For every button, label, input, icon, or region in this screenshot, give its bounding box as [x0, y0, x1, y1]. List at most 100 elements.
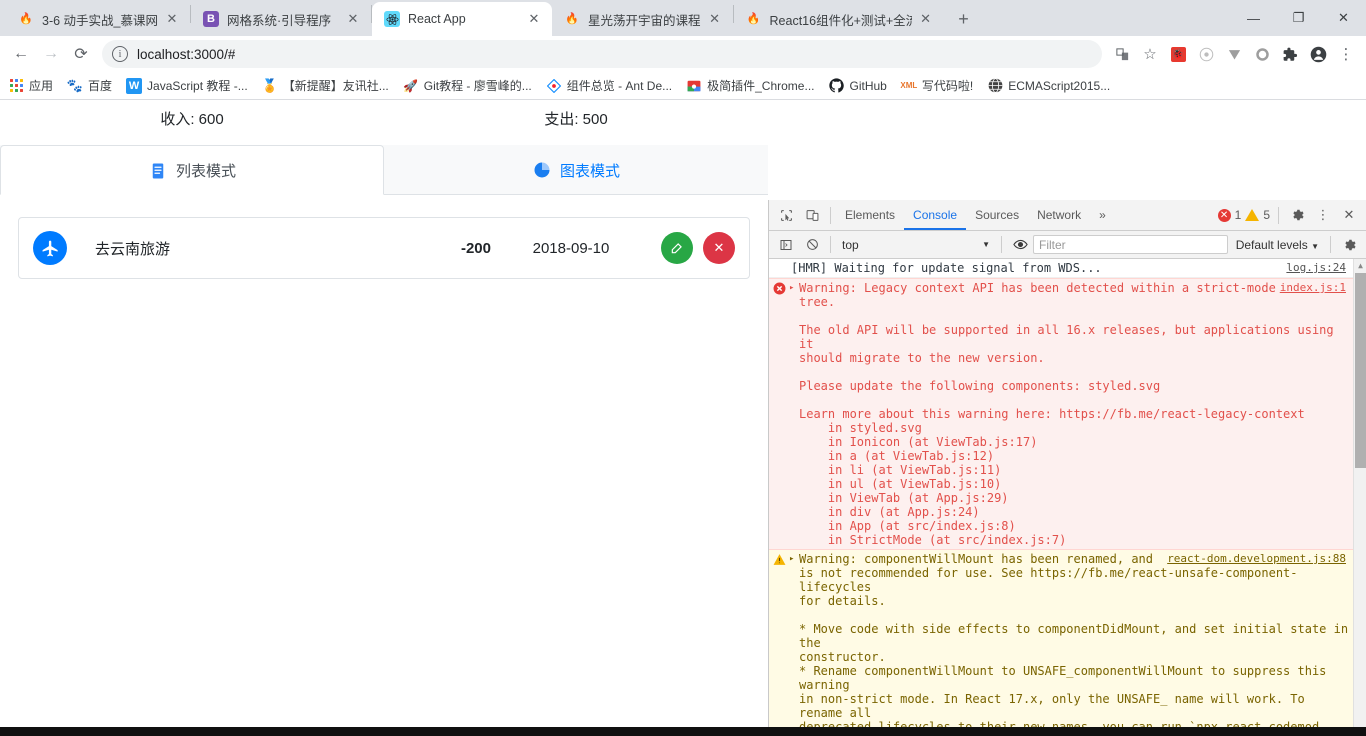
bookmark-youxun[interactable]: 🏅 【新提醒】友讯社... — [262, 77, 389, 94]
more-tabs-chevron-icon[interactable]: » — [1090, 200, 1115, 230]
address-bar-url: localhost:3000/# — [137, 46, 236, 62]
bookmark-chrome-ext[interactable]: 极简插件_Chrome... — [686, 77, 814, 94]
console-message-warning[interactable]: ▸ Warning: componentWillMount has been r… — [769, 550, 1366, 736]
chrome-menu-icon[interactable]: ⋮ — [1332, 40, 1360, 68]
bookmark-apps[interactable]: 应用 — [8, 77, 53, 94]
console-scrollbar[interactable]: ▲ ▼ — [1353, 259, 1366, 736]
device-toolbar-icon[interactable] — [799, 202, 825, 228]
execution-context-select[interactable]: top ▼ — [836, 238, 996, 252]
chevron-down-icon: ▼ — [1311, 241, 1319, 251]
scrollbar-thumb[interactable] — [1355, 273, 1366, 468]
profile-avatar-icon[interactable] — [1304, 40, 1332, 68]
gear-icon[interactable] — [1284, 202, 1310, 228]
extension-redbug-icon[interactable]: 🐞 — [1164, 40, 1192, 68]
medal-icon: 🏅 — [261, 77, 278, 93]
console-filter-bar: top ▼ Filter Default levels ▼ — [769, 231, 1366, 259]
tab-label: 图表模式 — [559, 162, 620, 180]
rocket-icon: 🚀 — [403, 78, 419, 93]
console-message-source[interactable]: index.js:1 — [1280, 281, 1346, 295]
extensions-puzzle-icon[interactable] — [1276, 40, 1304, 68]
new-tab-button[interactable]: + — [950, 5, 978, 33]
airplane-icon — [33, 231, 67, 265]
delete-item-button[interactable]: ✕ — [703, 232, 735, 264]
tab-close-icon[interactable]: ✕ — [164, 11, 180, 27]
tab-title: 网格系统·引导程序 — [227, 13, 332, 28]
w-icon: W — [126, 77, 143, 94]
tab-close-icon[interactable]: ✕ — [707, 11, 723, 27]
log-levels-select[interactable]: Default levels ▼ — [1236, 238, 1319, 252]
tab-close-icon[interactable]: ✕ — [918, 11, 934, 27]
tab-close-icon[interactable]: ✕ — [526, 11, 542, 27]
site-info-icon[interactable]: i — [112, 46, 128, 62]
flame-icon: 🔥 — [746, 12, 761, 25]
console-message-source[interactable]: react-dom.development.js:88 — [1167, 552, 1346, 566]
browser-tab[interactable]: 🔥 3-6 动手实战_慕课网 ✕ — [6, 2, 190, 36]
close-window-button[interactable]: ✕ — [1321, 2, 1366, 34]
live-expression-eye-icon[interactable] — [1007, 232, 1033, 258]
tab-chart-mode[interactable]: 图表模式 — [384, 145, 768, 194]
console-message-source[interactable]: log.js:24 — [1286, 261, 1346, 275]
browser-toolbar: ← → ⟳ i localhost:3000/# ☆ 🐞 ⋮ — [0, 36, 1366, 72]
scroll-up-arrow-icon[interactable]: ▲ — [1354, 259, 1366, 272]
react-icon — [384, 11, 400, 27]
globe-icon — [987, 78, 1003, 94]
minimize-button[interactable]: — — [1231, 2, 1276, 34]
tab-console[interactable]: Console — [904, 200, 966, 230]
reload-button[interactable]: ⟳ — [66, 39, 96, 69]
bookmark-antd[interactable]: 组件总览 - Ant De... — [546, 77, 672, 94]
expand-arrow-icon[interactable]: ▸ — [789, 281, 794, 295]
error-icon: ✕ — [1217, 208, 1231, 222]
browser-tab-active[interactable]: React App ✕ — [372, 2, 552, 36]
warning-count: 5 — [1263, 208, 1270, 222]
forward-button[interactable]: → — [36, 39, 66, 69]
extension-ring-icon[interactable] — [1248, 40, 1276, 68]
console-message-list[interactable]: [HMR] Waiting for update signal from WDS… — [769, 259, 1366, 736]
tab-network[interactable]: Network — [1028, 200, 1090, 230]
console-settings-gear-icon[interactable] — [1336, 232, 1362, 258]
bookmark-javascript-tutorial[interactable]: W JavaScript 教程 -... — [126, 77, 248, 94]
tab-close-icon[interactable]: ✕ — [345, 11, 361, 27]
item-title: 去云南旅游 — [95, 240, 171, 258]
inspect-element-icon[interactable] — [773, 202, 799, 228]
close-devtools-icon[interactable]: ✕ — [1336, 202, 1362, 228]
apps-grid-icon — [8, 78, 24, 94]
bookmark-label: 【新提醒】友讯社... — [282, 79, 389, 93]
maximize-button[interactable]: ❐ — [1276, 2, 1321, 34]
console-message-info[interactable]: [HMR] Waiting for update signal from WDS… — [769, 259, 1366, 278]
bookmark-github[interactable]: GitHub — [828, 78, 887, 94]
address-bar[interactable]: i localhost:3000/# — [102, 40, 1102, 68]
bookmark-star-icon[interactable]: ☆ — [1136, 40, 1164, 68]
edit-item-button[interactable] — [661, 232, 693, 264]
flame-icon: 🔥 — [565, 12, 579, 25]
bookmark-baidu[interactable]: 🐾 百度 — [67, 77, 112, 94]
tab-sources[interactable]: Sources — [966, 200, 1028, 230]
extension-circle-icon[interactable] — [1192, 40, 1220, 68]
extension-v-icon[interactable] — [1220, 40, 1248, 68]
browser-tab[interactable]: 🔥 React16组件化+测试+全流程 ✕ — [734, 2, 944, 36]
tab-list-mode[interactable]: 列表模式 — [0, 145, 384, 195]
issue-counts[interactable]: ✕ 1 5 — [1217, 208, 1270, 222]
divider — [1001, 236, 1002, 253]
item-date: 2018-09-10 — [532, 239, 610, 257]
bookmark-label: 写代码啦! — [921, 79, 974, 93]
list-document-icon — [148, 161, 168, 181]
console-filter-input[interactable]: Filter — [1033, 235, 1228, 254]
divider — [830, 206, 831, 224]
console-message-error[interactable]: ▸ Warning: Legacy context API has been d… — [769, 278, 1366, 550]
clear-console-icon[interactable] — [799, 232, 825, 258]
translate-icon[interactable] — [1108, 40, 1136, 68]
browser-tab[interactable]: 🔥 星光荡开宇宙的课程 ✕ — [552, 2, 733, 36]
list-item[interactable]: 去云南旅游 -200 2018-09-10 ✕ — [18, 217, 750, 279]
tab-elements[interactable]: Elements — [836, 200, 904, 230]
back-button[interactable]: ← — [6, 39, 36, 69]
expand-arrow-icon[interactable]: ▸ — [789, 552, 794, 566]
console-sidebar-icon[interactable] — [773, 232, 799, 258]
bookmark-xiedaimala[interactable]: XML 写代码啦! — [900, 77, 974, 94]
bookmark-ecmascript[interactable]: ECMAScript2015... — [987, 78, 1110, 94]
pie-chart-icon — [532, 160, 552, 180]
kebab-menu-icon[interactable]: ⋮ — [1310, 202, 1336, 228]
flame-icon: 🔥 — [19, 12, 33, 25]
browser-tab[interactable]: B 网格系统·引导程序 ✕ — [191, 2, 371, 36]
bookmark-git-tutorial[interactable]: 🚀 Git教程 - 廖雪峰的... — [403, 77, 532, 94]
bookmark-label: 组件总览 - Ant De... — [566, 79, 673, 93]
